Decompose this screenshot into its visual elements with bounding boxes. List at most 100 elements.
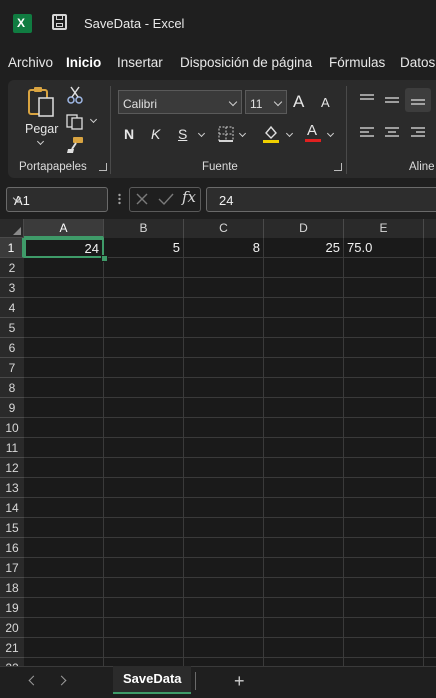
- row-header-11[interactable]: 11: [0, 438, 24, 458]
- cell-d11[interactable]: [264, 438, 344, 458]
- cell-d19[interactable]: [264, 598, 344, 618]
- cell-e4[interactable]: [344, 298, 424, 318]
- cell-c20[interactable]: [184, 618, 264, 638]
- insert-function-button[interactable]: fx: [182, 188, 196, 206]
- cell-a8[interactable]: [24, 378, 104, 398]
- cell-c16[interactable]: [184, 538, 264, 558]
- cell-c2[interactable]: [184, 258, 264, 278]
- cell-b21[interactable]: [104, 638, 184, 658]
- cell-a13[interactable]: [24, 478, 104, 498]
- cell-partial[interactable]: [424, 578, 436, 598]
- cell-partial[interactable]: [424, 538, 436, 558]
- cell-a11[interactable]: [24, 438, 104, 458]
- clipboard-launcher-icon[interactable]: [99, 163, 107, 171]
- cell-b22[interactable]: [104, 658, 184, 666]
- cell-a7[interactable]: [24, 358, 104, 378]
- fill-color-icon[interactable]: [262, 124, 280, 144]
- cell-e10[interactable]: [344, 418, 424, 438]
- font-name-select[interactable]: Calibri: [118, 90, 242, 114]
- cell-e13[interactable]: [344, 478, 424, 498]
- cell-e14[interactable]: [344, 498, 424, 518]
- cell-a22[interactable]: [24, 658, 104, 666]
- row-header-5[interactable]: 5: [0, 318, 24, 338]
- cell-c7[interactable]: [184, 358, 264, 378]
- align-middle-icon[interactable]: [384, 93, 400, 107]
- cell-e11[interactable]: [344, 438, 424, 458]
- tab-inicio[interactable]: Inicio: [66, 55, 101, 70]
- cell-b14[interactable]: [104, 498, 184, 518]
- row-header-16[interactable]: 16: [0, 538, 24, 558]
- cell-partial[interactable]: [424, 258, 436, 278]
- cell-a6[interactable]: [24, 338, 104, 358]
- cell-b6[interactable]: [104, 338, 184, 358]
- column-header-a[interactable]: A: [24, 219, 104, 238]
- cell-partial[interactable]: [424, 338, 436, 358]
- cell-b13[interactable]: [104, 478, 184, 498]
- underline-button[interactable]: S: [178, 126, 187, 142]
- cell-e21[interactable]: [344, 638, 424, 658]
- cell-b20[interactable]: [104, 618, 184, 638]
- tab-datos[interactable]: Datos: [400, 55, 435, 70]
- cell-partial[interactable]: [424, 318, 436, 338]
- cell-d12[interactable]: [264, 458, 344, 478]
- cell-c22[interactable]: [184, 658, 264, 666]
- cell-d3[interactable]: [264, 278, 344, 298]
- add-sheet-button[interactable]: +: [234, 671, 245, 692]
- cell-e3[interactable]: [344, 278, 424, 298]
- cell-partial[interactable]: [424, 278, 436, 298]
- cell-a1[interactable]: 24: [24, 238, 104, 258]
- tab-insertar[interactable]: Insertar: [117, 55, 163, 70]
- cell-d15[interactable]: [264, 518, 344, 538]
- cell-a10[interactable]: [24, 418, 104, 438]
- row-header-13[interactable]: 13: [0, 478, 24, 498]
- cell-e7[interactable]: [344, 358, 424, 378]
- row-header-1[interactable]: 1: [0, 238, 24, 258]
- cell-a5[interactable]: [24, 318, 104, 338]
- cell-partial[interactable]: [424, 358, 436, 378]
- column-header-partial[interactable]: [424, 219, 436, 238]
- cell-a17[interactable]: [24, 558, 104, 578]
- cell-e16[interactable]: [344, 538, 424, 558]
- cell-c6[interactable]: [184, 338, 264, 358]
- cell-a15[interactable]: [24, 518, 104, 538]
- cell-c17[interactable]: [184, 558, 264, 578]
- cell-b19[interactable]: [104, 598, 184, 618]
- fill-handle[interactable]: [101, 255, 108, 262]
- cell-d4[interactable]: [264, 298, 344, 318]
- cell-d5[interactable]: [264, 318, 344, 338]
- cell-a4[interactable]: [24, 298, 104, 318]
- cell-d6[interactable]: [264, 338, 344, 358]
- row-header-18[interactable]: 18: [0, 578, 24, 598]
- tab-archivo[interactable]: Archivo: [8, 55, 53, 70]
- name-box[interactable]: A1: [6, 187, 108, 212]
- cell-a20[interactable]: [24, 618, 104, 638]
- cell-partial[interactable]: [424, 298, 436, 318]
- cell-b15[interactable]: [104, 518, 184, 538]
- cell-a18[interactable]: [24, 578, 104, 598]
- tab-disposicion-de-pagina[interactable]: Disposición de página: [180, 55, 312, 70]
- cell-b4[interactable]: [104, 298, 184, 318]
- align-left-icon[interactable]: [359, 126, 375, 140]
- cell-e15[interactable]: [344, 518, 424, 538]
- row-header-14[interactable]: 14: [0, 498, 24, 518]
- row-header-10[interactable]: 10: [0, 418, 24, 438]
- row-header-2[interactable]: 2: [0, 258, 24, 278]
- paste-icon[interactable]: [26, 86, 56, 118]
- cell-e9[interactable]: [344, 398, 424, 418]
- cell-e20[interactable]: [344, 618, 424, 638]
- cell-c1[interactable]: 8: [184, 238, 264, 258]
- cell-e19[interactable]: [344, 598, 424, 618]
- cell-c19[interactable]: [184, 598, 264, 618]
- formula-input[interactable]: 24: [206, 187, 436, 212]
- cell-d1[interactable]: 25: [264, 238, 344, 258]
- cell-a3[interactable]: [24, 278, 104, 298]
- cell-partial[interactable]: [424, 478, 436, 498]
- align-top-icon[interactable]: [359, 93, 375, 107]
- cell-d14[interactable]: [264, 498, 344, 518]
- cell-c10[interactable]: [184, 418, 264, 438]
- cell-c15[interactable]: [184, 518, 264, 538]
- row-header-7[interactable]: 7: [0, 358, 24, 378]
- align-center-icon[interactable]: [384, 126, 400, 140]
- align-right-icon[interactable]: [410, 126, 426, 140]
- cell-c18[interactable]: [184, 578, 264, 598]
